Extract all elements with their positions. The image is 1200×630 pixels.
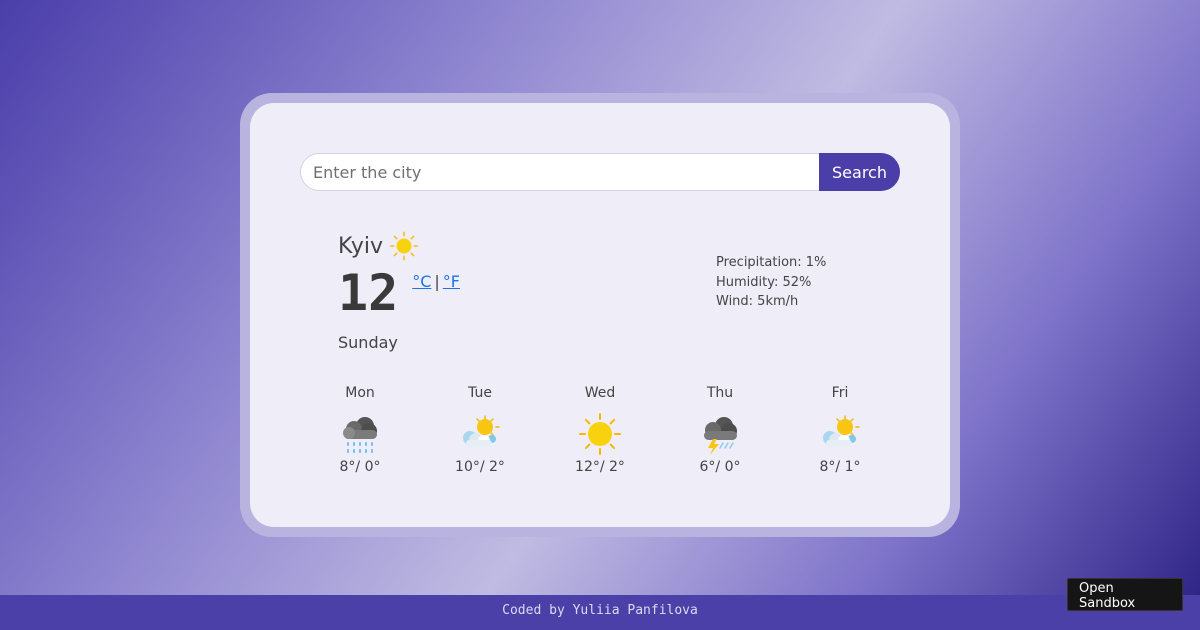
fahrenheit-link[interactable]: °F bbox=[443, 272, 460, 291]
sunny-icon bbox=[389, 231, 419, 261]
forecast: Mon 8°/ 0° Tue 10°/ 2° Wed 12°/ 2° Thu 6… bbox=[300, 385, 900, 475]
sunny-icon bbox=[579, 413, 621, 455]
forecast-day-label: Fri bbox=[831, 385, 849, 401]
forecast-temperatures: 8°/ 1° bbox=[819, 459, 861, 475]
open-sandbox-button[interactable]: Open Sandbox bbox=[1067, 578, 1183, 611]
unit-toggle: °C | °F bbox=[412, 272, 460, 291]
forecast-day-label: Mon bbox=[345, 385, 375, 401]
forecast-day-label: Tue bbox=[468, 385, 492, 401]
footer-credit: Coded by Yuliia Panfilova bbox=[502, 603, 698, 618]
search-button[interactable]: Search bbox=[819, 153, 900, 191]
forecast-day: Mon 8°/ 0° bbox=[300, 385, 420, 475]
forecast-day: Tue 10°/ 2° bbox=[420, 385, 540, 475]
precipitation: Precipitation: 1% bbox=[716, 255, 827, 270]
current-city-row: Kyiv bbox=[338, 231, 419, 261]
humidity: Humidity: 52% bbox=[716, 274, 812, 290]
forecast-temperatures: 12°/ 2° bbox=[575, 459, 625, 475]
partly-cloudy-icon bbox=[463, 415, 500, 447]
forecast-day: Wed 12°/ 2° bbox=[540, 385, 660, 475]
weather-card: Search Kyiv 12 °C|°F Sunday Precipitatio… bbox=[250, 103, 950, 527]
city-name: Kyiv bbox=[338, 233, 383, 259]
forecast-day-label: Wed bbox=[584, 385, 616, 401]
footer: Coded by Yuliia Panfilova bbox=[0, 595, 1200, 630]
partly-cloudy-icon bbox=[823, 415, 860, 447]
current-day: Sunday bbox=[338, 333, 398, 352]
search-form: Search bbox=[300, 153, 900, 191]
wind: Wind: 5km/h bbox=[716, 294, 799, 309]
unit-separator: | bbox=[434, 272, 440, 291]
forecast-day: Thu 6°/ 0° bbox=[660, 385, 780, 475]
forecast-day: Fri 8°/ 1° bbox=[780, 385, 900, 475]
current-temperature: 12 bbox=[338, 264, 399, 322]
current-temperature-row: 12 °C | °F bbox=[338, 263, 460, 323]
city-search-input[interactable] bbox=[300, 153, 819, 191]
thunderstorm-icon bbox=[704, 417, 737, 455]
weather-details: Precipitation: 1% Humidity: 52% Wind: 5k… bbox=[716, 253, 826, 312]
forecast-temperatures: 10°/ 2° bbox=[455, 459, 505, 475]
forecast-day-label: Thu bbox=[706, 385, 734, 401]
forecast-temperatures: 8°/ 0° bbox=[339, 459, 381, 475]
celsius-link[interactable]: °C bbox=[412, 272, 431, 291]
forecast-temperatures: 6°/ 0° bbox=[699, 459, 741, 475]
heavy-rain-icon bbox=[343, 417, 377, 453]
